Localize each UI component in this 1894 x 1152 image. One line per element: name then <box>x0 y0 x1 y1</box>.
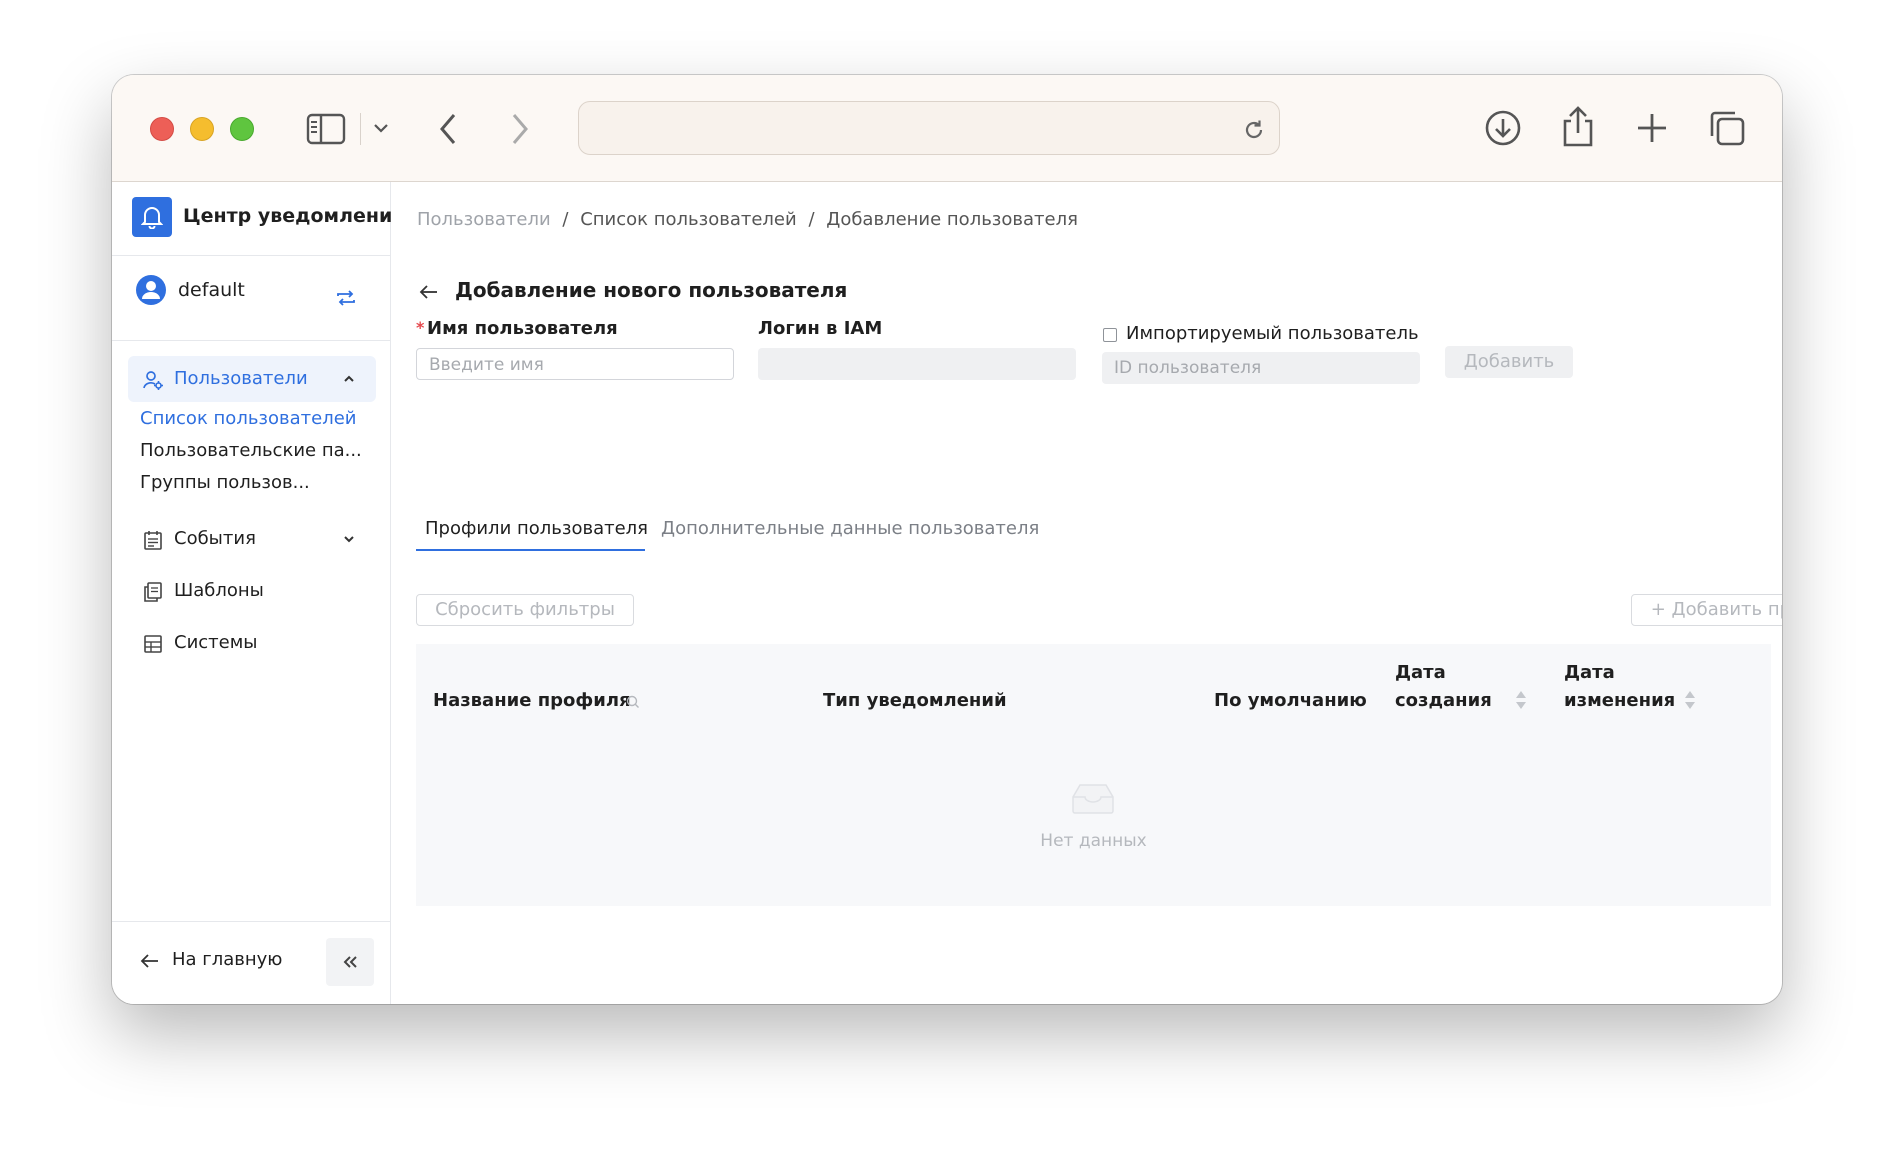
sidebar-item-events[interactable]: События <box>128 516 376 562</box>
sidebar-item-users-list[interactable]: Список пользователей <box>140 408 357 429</box>
tenant-name: default <box>178 279 245 301</box>
sidebar-item-label: События <box>174 528 256 549</box>
bell-icon <box>141 207 163 229</box>
calendar-icon <box>144 531 162 550</box>
iam-login-field <box>758 348 1076 380</box>
app-logo <box>132 197 172 237</box>
new-tab-icon[interactable] <box>1634 110 1670 146</box>
empty-inbox-icon <box>1072 784 1114 814</box>
breadcrumb-users[interactable]: Пользователи <box>417 209 551 230</box>
sidebar-item-user-groups[interactable]: Группы пользов... <box>140 472 310 493</box>
empty-state-text: Нет данных <box>1040 831 1147 851</box>
column-header-modified-line1: Дата <box>1564 662 1615 683</box>
breadcrumb-current: Добавление пользователя <box>826 209 1078 230</box>
column-header-created[interactable]: Дата создания <box>1395 659 1492 715</box>
sidebar-item-users[interactable]: Пользователи <box>128 356 376 402</box>
column-header-modified[interactable]: Дата изменения <box>1564 659 1675 715</box>
close-window-button[interactable] <box>150 117 174 141</box>
user-id-input: ID пользователя <box>1102 352 1420 384</box>
sort-icon[interactable] <box>1683 688 1697 712</box>
arrow-left-icon <box>140 954 158 968</box>
sidebar-item-label: Системы <box>174 632 258 653</box>
column-header-profile-name: Название профиля <box>433 690 631 711</box>
breadcrumb-separator: / <box>808 209 815 230</box>
divider <box>112 255 390 256</box>
iam-login-label: Логин в IAM <box>758 318 883 339</box>
required-mark: * <box>416 318 425 337</box>
profiles-table: Название профиля Тип уведомлений По умол… <box>416 644 1771 906</box>
divider <box>112 921 390 922</box>
column-header-modified-line2: изменения <box>1564 690 1676 711</box>
switch-tenant-icon[interactable] <box>335 287 357 309</box>
reload-icon[interactable] <box>1241 117 1267 143</box>
sidebar-item-label: Шаблоны <box>174 580 264 601</box>
sidebar-item-label: Пользователи <box>174 368 308 389</box>
divider <box>112 340 390 341</box>
column-header-created-line1: Дата <box>1395 662 1446 683</box>
chevron-down-icon[interactable] <box>372 121 390 135</box>
search-icon[interactable] <box>625 694 641 710</box>
systems-icon <box>144 635 162 653</box>
breadcrumb-separator: / <box>562 209 569 230</box>
browser-window: Центр уведомлений default Пользователи С… <box>112 75 1782 1004</box>
sort-icon[interactable] <box>1514 688 1528 712</box>
breadcrumb: Пользователи / Список пользователей / До… <box>417 209 1078 230</box>
forward-arrow-icon[interactable] <box>508 111 532 147</box>
go-home-link[interactable]: На главную <box>140 944 320 980</box>
collapse-sidebar-button[interactable] <box>326 938 374 986</box>
imported-user-label: Импортируемый пользователь <box>1126 323 1419 344</box>
share-icon[interactable] <box>1560 105 1596 149</box>
imported-user-checkbox[interactable] <box>1103 328 1117 342</box>
chevron-down-icon[interactable] <box>342 532 356 546</box>
sidebar-item-templates[interactable]: Шаблоны <box>128 568 376 614</box>
page-title: Добавление нового пользователя <box>455 278 848 302</box>
back-arrow-icon[interactable] <box>436 111 460 147</box>
user-settings-icon <box>143 371 163 390</box>
minimize-window-button[interactable] <box>190 117 214 141</box>
tab-overview-icon[interactable] <box>1707 108 1747 148</box>
back-arrow-icon[interactable] <box>419 283 439 301</box>
reset-filters-button[interactable]: Сбросить фильтры <box>416 594 634 626</box>
chevron-up-icon[interactable] <box>342 372 356 386</box>
address-bar[interactable] <box>578 101 1280 155</box>
toolbar-divider <box>360 113 361 145</box>
double-chevron-left-icon <box>343 956 357 968</box>
templates-icon <box>144 582 162 602</box>
sidebar-toggle-icon[interactable] <box>306 113 346 145</box>
app-title: Центр уведомлений <box>183 205 406 227</box>
active-tab-indicator <box>416 549 645 551</box>
downloads-icon[interactable] <box>1484 109 1522 147</box>
username-input[interactable]: Введите имя <box>416 348 734 380</box>
tab-additional-user-data[interactable]: Дополнительные данные пользователя <box>661 518 1039 539</box>
main-content: Пользователи / Список пользователей / До… <box>391 182 1782 1004</box>
add-user-button[interactable]: Добавить <box>1445 346 1573 378</box>
username-label: Имя пользователя <box>427 318 618 339</box>
sidebar-item-systems[interactable]: Системы <box>128 620 376 666</box>
breadcrumb-users-list[interactable]: Список пользователей <box>580 209 797 230</box>
user-avatar-icon <box>136 275 166 305</box>
add-profile-button[interactable]: + Добавить профиль <box>1631 594 1782 626</box>
tab-user-profiles[interactable]: Профили пользователя <box>425 518 648 539</box>
column-header-created-line2: создания <box>1395 690 1492 711</box>
go-home-label: На главную <box>172 949 283 970</box>
browser-toolbar <box>112 75 1782 182</box>
column-header-notification-type: Тип уведомлений <box>823 690 1007 711</box>
sidebar-item-user-parameters[interactable]: Пользовательские па... <box>140 440 362 461</box>
zoom-window-button[interactable] <box>230 117 254 141</box>
column-header-default: По умолчанию <box>1214 690 1367 711</box>
app-sidebar: Центр уведомлений default Пользователи С… <box>112 182 406 1004</box>
